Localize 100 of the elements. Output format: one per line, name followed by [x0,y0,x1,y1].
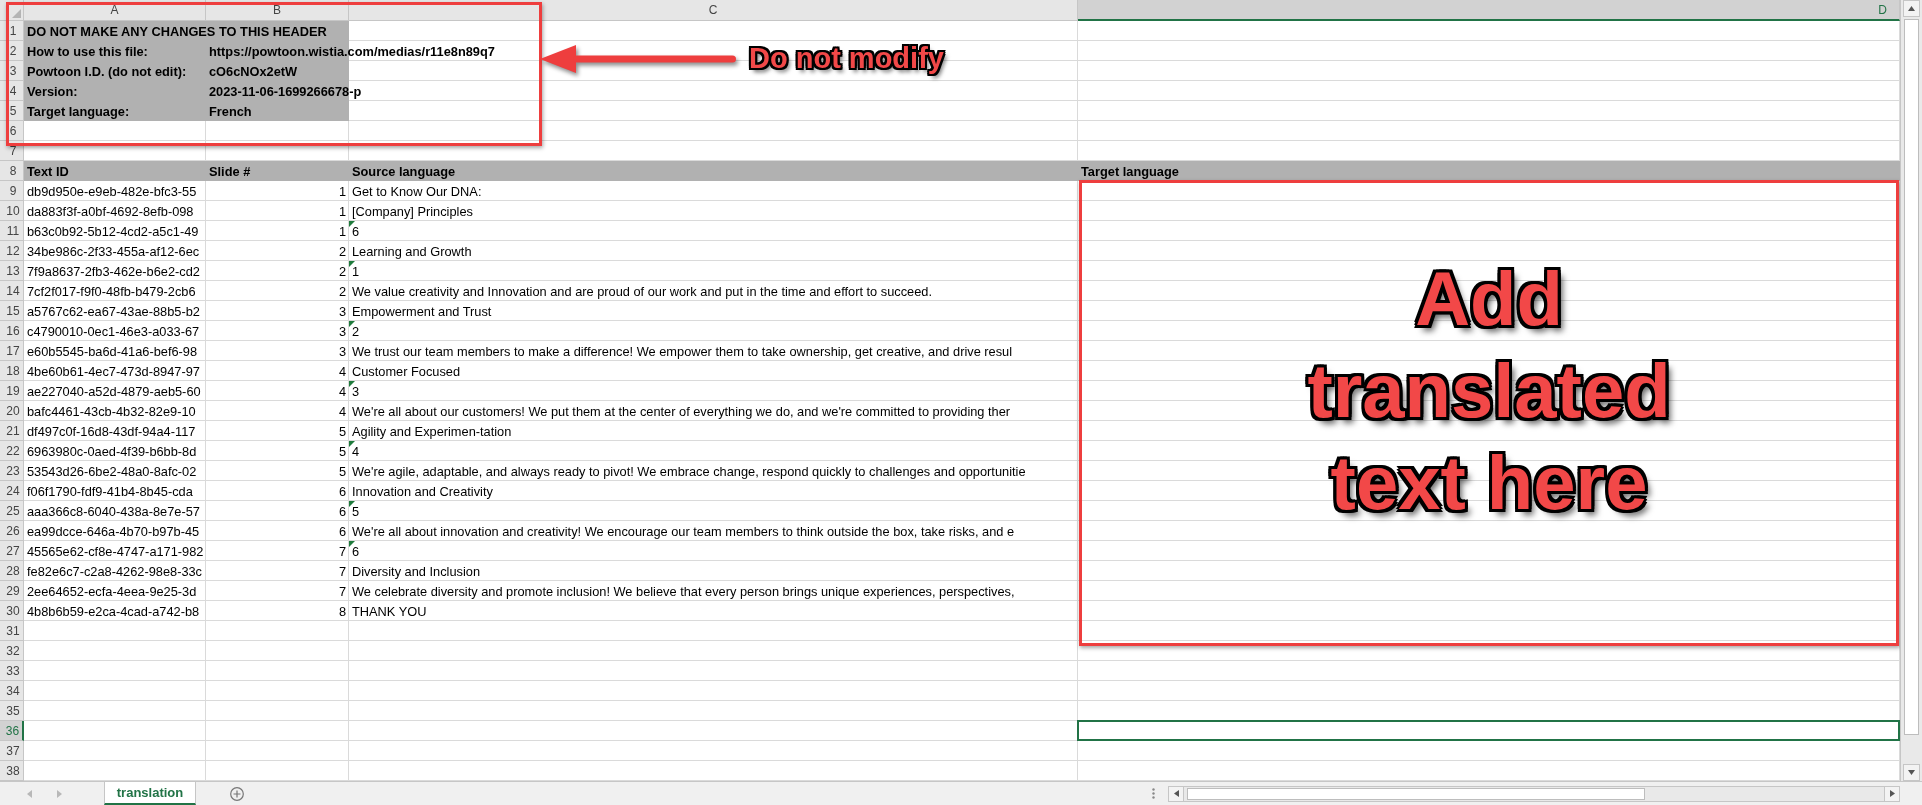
scrollbar-thumb[interactable] [1187,787,1645,800]
triangle-down-icon [1908,770,1915,775]
column-title: Text ID [27,164,69,179]
row-header[interactable]: 19 [0,381,24,401]
column-title: Source language [352,164,456,179]
row-header[interactable]: 23 [0,461,24,481]
callout-text: Do not modify [749,41,944,76]
text-id: 53543d26-6be2-48a0-8afc-02 [27,464,197,479]
slide-number: 2 [338,284,346,299]
row-header[interactable]: 14 [0,281,24,301]
source-text: 5 [352,504,360,519]
row-header[interactable]: 35 [0,701,24,721]
row-header[interactable]: 21 [0,421,24,441]
source-text: 4 [352,444,360,459]
header-label: DO NOT MAKE ANY CHANGES TO THIS HEADER [27,24,327,39]
text-id: 45565e62-cf8e-4747-a171-982 [27,544,204,559]
source-text: THANK YOU [352,604,427,619]
row-header[interactable]: 8 [0,161,24,181]
text-id: 34be986c-2f33-455a-af12-6ec [27,244,200,259]
row-header[interactable]: 20 [0,401,24,421]
source-text: 6 [352,544,360,559]
row-header[interactable]: 32 [0,641,24,661]
row-header[interactable]: 13 [0,261,24,281]
text-id: ea99dcce-646a-4b70-b97b-45 [27,524,200,539]
sheet-tab[interactable]: translation [104,782,196,805]
horizontal-scrollbar[interactable] [1168,785,1900,802]
scroll-down-button[interactable] [1903,764,1920,781]
row-header[interactable]: 22 [0,441,24,461]
text-id: f06f1790-fdf9-41b4-8b45-cda [27,484,193,499]
scroll-up-button[interactable] [1903,0,1920,17]
row-header[interactable]: 10 [0,201,24,221]
scroll-right-button[interactable] [1884,786,1899,801]
slide-number: 3 [338,304,346,319]
text-id: ae227040-a52d-4879-aeb5-60 [27,384,201,399]
triangle-up-icon [1908,6,1915,11]
source-text: 2 [352,324,360,339]
row-header[interactable]: 12 [0,241,24,261]
vertical-scrollbar[interactable] [1900,0,1922,781]
text-id: aaa366c8-6040-438a-8e7e-57 [27,504,200,519]
slide-number: 7 [338,564,346,579]
row-header[interactable]: 38 [0,761,24,781]
text-id: 4be60b61-4ec7-473d-8947-97 [27,364,200,379]
text-id: c4790010-0ec1-46e3-a033-67 [27,324,200,339]
triangle-right-icon[interactable] [57,789,62,798]
row-header[interactable]: 28 [0,561,24,581]
source-text: Innovation and Creativity [352,484,493,499]
row-header[interactable]: 34 [0,681,24,701]
source-text: 6 [352,224,360,239]
column-title: Slide # [209,164,251,179]
source-text: Diversity and Inclusion [352,564,481,579]
column-header[interactable]: C [349,0,1078,21]
slide-number: 1 [338,204,346,219]
source-text: 1 [352,264,360,279]
slide-number: 5 [338,424,346,439]
column-header[interactable]: D [1078,0,1900,21]
selected-cell[interactable] [1077,720,1900,741]
plus-circle-icon[interactable] [230,786,244,801]
row-header[interactable]: 27 [0,541,24,561]
slide-number: 6 [338,484,346,499]
row-header[interactable]: 30 [0,601,24,621]
row-header[interactable]: 16 [0,321,24,341]
text-id: e60b5545-ba6d-41a6-bef6-98 [27,344,198,359]
header-value: French [209,104,252,119]
slide-number: 6 [338,504,346,519]
row-header[interactable]: 36 [0,721,24,741]
slide-number: 7 [338,584,346,599]
text-id: da883f3f-a0bf-4692-8efb-098 [27,204,194,219]
row-header[interactable]: 9 [0,181,24,201]
column-title: Target language [1081,164,1179,179]
row-header[interactable]: 11 [0,221,24,241]
scrollbar-thumb[interactable] [1904,19,1919,735]
header-label: Version: [27,84,78,99]
source-text: We trust our team members to make a difference! We empower them to take ownership, get creative, and drive resul [352,344,1013,359]
source-text: We celebrate diversity and promote inclusion! We believe that every person brings unique experiences, perspectives, [352,584,1015,599]
text-id: 7cf2f017-f9f0-48fb-b479-2cb6 [27,284,196,299]
row-header[interactable]: 17 [0,341,24,361]
row-header[interactable]: 29 [0,581,24,601]
source-text: We're all about our customers! We put them at the center of everything we do, and we're committed to providing ther [352,404,1011,419]
slide-number: 5 [338,444,346,459]
slide-number: 1 [338,224,346,239]
vertical-dots-icon[interactable] [1152,788,1155,799]
slide-number: 4 [338,384,346,399]
row-header[interactable]: 24 [0,481,24,501]
row-header[interactable]: 31 [0,621,24,641]
slide-number: 3 [338,324,346,339]
source-text: Empowerment and Trust [352,304,492,319]
row-header[interactable]: 33 [0,661,24,681]
header-value: cO6cNOx2etW [209,64,298,79]
row-header[interactable]: 26 [0,521,24,541]
triangle-left-icon[interactable] [27,789,32,798]
row-header[interactable]: 18 [0,361,24,381]
row-header[interactable]: 25 [0,501,24,521]
scroll-left-button[interactable] [1169,786,1184,801]
triangle-right-icon [1889,790,1895,797]
slide-number: 6 [338,524,346,539]
header-label: How to use this file: [27,44,148,59]
header-value: 2023-11-06-1699266678-p [209,84,362,99]
row-header[interactable]: 37 [0,741,24,761]
text-id: bafc4461-43cb-4b32-82e9-10 [27,404,196,419]
row-header[interactable]: 15 [0,301,24,321]
